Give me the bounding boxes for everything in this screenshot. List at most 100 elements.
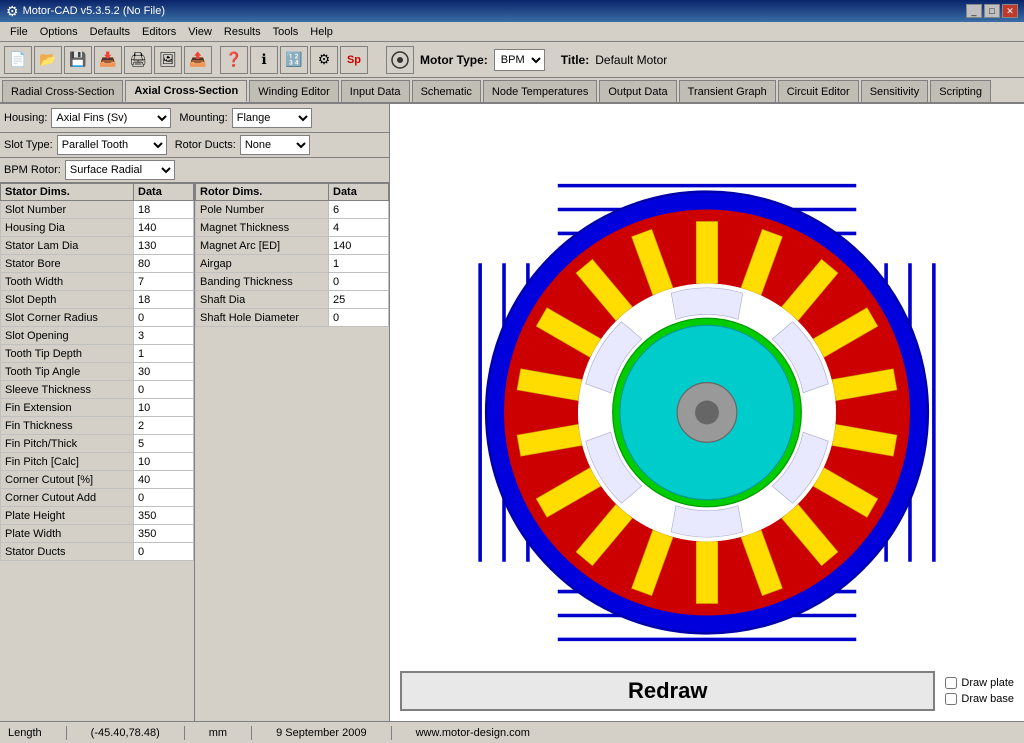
table-row: Housing Dia140 (1, 219, 194, 237)
stator-col-header: Stator Dims. (1, 184, 134, 201)
table-row: Slot Number18 (1, 201, 194, 219)
tab-circuit[interactable]: Circuit Editor (778, 80, 859, 102)
print-preview-btn[interactable]: 🖼 (154, 46, 182, 74)
table-row: Stator Ducts0 (1, 543, 194, 561)
stator-table: Stator Dims. Data Slot Number18Housing D… (0, 183, 194, 561)
status-website: www.motor-design.com (416, 727, 530, 739)
menu-bar: File Options Defaults Editors View Resul… (0, 22, 1024, 42)
export-btn[interactable]: 📤 (184, 46, 212, 74)
motor-type-select[interactable]: BPM IM PM SRM (494, 49, 545, 71)
menu-view[interactable]: View (182, 24, 218, 40)
right-panel: Redraw Draw plate Draw base (390, 104, 1024, 721)
maximize-btn[interactable]: □ (984, 4, 1000, 18)
housing-label: Housing: (4, 112, 47, 124)
mounting-label: Mounting: (179, 112, 227, 124)
tab-radial[interactable]: Radial Cross-Section (2, 80, 123, 102)
controls-row-3: BPM Rotor: Surface Radial Interior Spoke (0, 158, 389, 183)
stator-table-col: Stator Dims. Data Slot Number18Housing D… (0, 183, 195, 721)
calculator-btn[interactable]: 🔢 (280, 46, 308, 74)
tab-input[interactable]: Input Data (341, 80, 410, 102)
table-row: Magnet Thickness4 (196, 219, 389, 237)
draw-plate-label: Draw plate (961, 677, 1014, 689)
table-row: Fin Thickness2 (1, 417, 194, 435)
housing-select[interactable]: Axial Fins (Sv) Water Jacket None (51, 108, 171, 128)
tabs-row: Radial Cross-Section Axial Cross-Section… (0, 78, 1024, 104)
new-file-btn[interactable]: 📄 (4, 46, 32, 74)
toolbar: 📄 📂 💾 📥 🖨 🖼 📤 ❓ ℹ 🔢 ⚙ Sp Motor Type: BPM… (0, 42, 1024, 78)
script-btn[interactable]: Sp (340, 46, 368, 74)
tab-schematic[interactable]: Schematic (412, 80, 481, 102)
table-row: Tooth Tip Depth1 (1, 345, 194, 363)
menu-tools[interactable]: Tools (267, 24, 305, 40)
menu-editors[interactable]: Editors (136, 24, 182, 40)
tab-transient[interactable]: Transient Graph (679, 80, 776, 102)
table-row: Tooth Width7 (1, 273, 194, 291)
controls-row: Housing: Axial Fins (Sv) Water Jacket No… (0, 104, 389, 133)
status-length: Length (8, 727, 42, 739)
app-icon: ⚙ (6, 3, 19, 20)
info-btn[interactable]: ℹ (250, 46, 278, 74)
checkbox-group: Draw plate Draw base (945, 677, 1014, 705)
status-coords: (-45.40,78.48) (91, 727, 160, 739)
menu-help[interactable]: Help (304, 24, 339, 40)
app-title: Motor-CAD v5.3.5.2 (No File) (23, 5, 165, 17)
table-row: Stator Lam Dia130 (1, 237, 194, 255)
tab-axial[interactable]: Axial Cross-Section (125, 80, 247, 102)
slot-type-label: Slot Type: (4, 139, 53, 151)
table-row: Fin Extension10 (1, 399, 194, 417)
tab-output[interactable]: Output Data (599, 80, 676, 102)
save-as-btn[interactable]: 📥 (94, 46, 122, 74)
title-value: Default Motor (595, 53, 667, 67)
table-row: Corner Cutout Add0 (1, 489, 194, 507)
tab-winding[interactable]: Winding Editor (249, 80, 339, 102)
slot-type-select[interactable]: Parallel Tooth Parallel Slot Rectangular (57, 135, 167, 155)
draw-base-checkbox[interactable] (945, 693, 957, 705)
print-btn[interactable]: 🖨 (124, 46, 152, 74)
status-date: 9 September 2009 (276, 727, 367, 739)
help-btn[interactable]: ❓ (220, 46, 248, 74)
stator-data-header: Data (134, 184, 194, 201)
settings-btn[interactable]: ⚙ (310, 46, 338, 74)
menu-defaults[interactable]: Defaults (84, 24, 136, 40)
table-row: Plate Width350 (1, 525, 194, 543)
table-row: Sleeve Thickness0 (1, 381, 194, 399)
table-row: Plate Height350 (1, 507, 194, 525)
status-bar: Length (-45.40,78.48) mm 9 September 200… (0, 721, 1024, 743)
tab-node-temps[interactable]: Node Temperatures (483, 80, 597, 102)
motor-visualization (400, 114, 1014, 711)
table-row: Corner Cutout [%]40 (1, 471, 194, 489)
open-file-btn[interactable]: 📂 (34, 46, 62, 74)
left-panel: Housing: Axial Fins (Sv) Water Jacket No… (0, 104, 390, 721)
table-row: Fin Pitch/Thick5 (1, 435, 194, 453)
motor-type-label: Motor Type: (420, 53, 488, 67)
menu-file[interactable]: File (4, 24, 34, 40)
table-row: Shaft Dia25 (196, 291, 389, 309)
tab-sensitivity[interactable]: Sensitivity (861, 80, 929, 102)
table-row: Pole Number6 (196, 201, 389, 219)
tab-scripting[interactable]: Scripting (930, 80, 991, 102)
rotor-ducts-select[interactable]: None Round Rectangular (240, 135, 310, 155)
status-unit: mm (209, 727, 227, 739)
rotor-data-header: Data (329, 184, 389, 201)
rotor-table: Rotor Dims. Data Pole Number6Magnet Thic… (195, 183, 389, 327)
rotor-col-header: Rotor Dims. (196, 184, 329, 201)
menu-results[interactable]: Results (218, 24, 267, 40)
table-row: Tooth Tip Angle30 (1, 363, 194, 381)
draw-base-label: Draw base (961, 693, 1014, 705)
main-content: Housing: Axial Fins (Sv) Water Jacket No… (0, 104, 1024, 721)
motor-icon (386, 46, 414, 74)
save-file-btn[interactable]: 💾 (64, 46, 92, 74)
table-row: Slot Opening3 (1, 327, 194, 345)
table-row: Magnet Arc [ED]140 (196, 237, 389, 255)
bpm-rotor-select[interactable]: Surface Radial Interior Spoke (65, 160, 175, 180)
draw-plate-checkbox[interactable] (945, 677, 957, 689)
controls-row-2: Slot Type: Parallel Tooth Parallel Slot … (0, 133, 389, 158)
close-btn[interactable]: ✕ (1002, 4, 1018, 18)
minimize-btn[interactable]: _ (966, 4, 982, 18)
menu-options[interactable]: Options (34, 24, 84, 40)
title-bar: ⚙ Motor-CAD v5.3.5.2 (No File) _ □ ✕ (0, 0, 1024, 22)
rotor-ducts-label: Rotor Ducts: (175, 139, 236, 151)
mounting-select[interactable]: Flange End Plate None (232, 108, 312, 128)
table-row: Shaft Hole Diameter0 (196, 309, 389, 327)
redraw-button[interactable]: Redraw (400, 671, 935, 711)
